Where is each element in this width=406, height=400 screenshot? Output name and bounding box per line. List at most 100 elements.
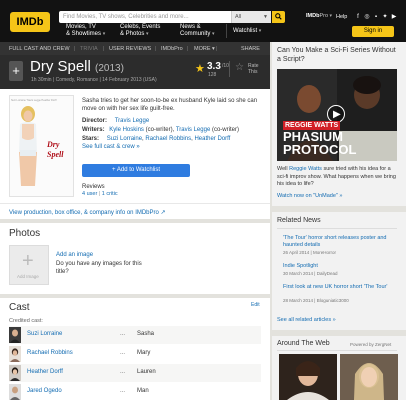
writer-role: (co-writer) [210, 127, 239, 133]
cast-edit-link[interactable]: Edit [251, 302, 260, 308]
imdbpro-link[interactable]: IMDbPro ▾ [306, 13, 332, 19]
user-reviews-link[interactable]: 4 user [82, 191, 97, 197]
around-the-web-heading: Around The Web [277, 340, 330, 347]
add-image-button[interactable]: + Add Image [9, 245, 49, 285]
play-icon: ▶ [333, 109, 341, 120]
thumbnail-image [279, 354, 337, 400]
nav-celebs[interactable]: Celebs, Events & Photos ▾ [120, 24, 160, 38]
imdbpro-suffix: Pro [319, 13, 329, 19]
cast-role: Sasha [137, 331, 155, 337]
star-icon: ★ [195, 63, 205, 75]
photos-heading: Photos [9, 228, 41, 239]
table-row: Jared Ogedo ... Man [9, 383, 261, 400]
rate-star-icon[interactable]: ☆ [235, 62, 244, 73]
cast-name-link[interactable]: Rachael Robbins [27, 350, 73, 356]
star-link[interactable]: Rachael Robbins [145, 136, 191, 142]
help-link[interactable]: Help [336, 14, 347, 20]
imdbpro-production-link[interactable]: View production, box office, & company i… [9, 209, 166, 216]
section-gap [272, 206, 406, 212]
section-gap [272, 330, 406, 336]
youtube-icon[interactable]: ▶ [391, 14, 397, 20]
add-to-watchlist-ribbon[interactable]: + [9, 61, 23, 81]
avatar[interactable] [9, 327, 21, 343]
star-link[interactable]: Heather Dorff [194, 136, 230, 142]
twitch-icon[interactable]: ▪ [373, 14, 379, 20]
table-row: Suzi Lorraine ... Sasha [9, 326, 261, 344]
video-caption-line3: PROTOCOL [283, 142, 357, 157]
promo-video[interactable]: ▶ REGGIE WATTS PHASIUM PROTOCOL [277, 69, 397, 161]
chevron-down-icon: ▾ [258, 28, 262, 34]
plus-icon: + [12, 63, 20, 78]
search-button[interactable] [272, 11, 285, 23]
nav-news-line1: News & [180, 24, 201, 30]
news-link[interactable]: Indie Spotlight [283, 263, 393, 270]
avatar[interactable] [9, 365, 21, 381]
facebook-icon[interactable]: f [355, 14, 361, 20]
writer-link[interactable]: Kyle Hoskins [109, 127, 144, 133]
subnav-user-reviews[interactable]: USER REVIEWS [109, 46, 151, 52]
poster-title-line1: Dry [47, 140, 60, 149]
star-link[interactable]: Suzi Lorraine [107, 136, 142, 142]
add-image-link[interactable]: Add an image [56, 252, 93, 258]
subnav-more[interactable]: MORE ▾ [194, 46, 215, 52]
imdb-logo[interactable]: IMDb [10, 12, 50, 32]
sign-in-button[interactable]: Sign in [352, 26, 394, 37]
chevron-down-icon: ▾ [212, 46, 215, 52]
stars-line: Stars: Suzi Lorraine, Rachael Robbins, H… [82, 136, 231, 142]
ad-desc-pre: Well [277, 166, 290, 172]
avatar[interactable] [9, 346, 21, 362]
cast-role: Man [137, 388, 149, 394]
rating-count[interactable]: 128 [208, 72, 216, 78]
nav-movies-line1: Movies, TV [66, 24, 96, 30]
subnav-imdbpro[interactable]: IMDbPro [161, 46, 183, 52]
nav-movies-tv[interactable]: Movies, TV & Showtimes ▾ [66, 24, 105, 38]
see-full-cast-link[interactable]: See full cast & crew » [82, 144, 140, 150]
add-to-watchlist-button[interactable]: + Add to Watchlist [82, 164, 190, 177]
cast-dots: ... [120, 369, 126, 375]
director-link[interactable]: Travis Legge [115, 118, 149, 124]
cast-name-link[interactable]: Heather Dorff [27, 369, 63, 375]
writers-line: Writers: Kyle Hoskins (co-writer), Travi… [82, 127, 239, 133]
nav-news-community[interactable]: News & Community ▾ [180, 24, 215, 38]
search-category-select[interactable]: All ▼ [231, 11, 271, 23]
director-line: Director: Travis Legge [82, 118, 149, 124]
instagram-icon[interactable]: ◎ [364, 14, 370, 20]
rate-line2: This [248, 69, 258, 75]
powered-by-label: Powered by ZergNet [350, 342, 392, 347]
cast-name-link[interactable]: Jared Ogedo [27, 388, 62, 394]
page-title: Dry Spell (2013) [30, 58, 124, 75]
twitter-icon[interactable]: ✦ [382, 14, 388, 20]
related-news-heading: Related News [277, 217, 321, 224]
cast-dots: ... [120, 388, 126, 394]
search-input[interactable]: Find Movies, TV shows, Celebrities and m… [59, 11, 231, 23]
subnav-trivia[interactable]: TRIVIA [80, 46, 98, 52]
nav-news-line2: Community [180, 31, 211, 37]
avatar[interactable] [9, 384, 21, 400]
news-link[interactable]: First look at new UK horror short 'The T… [283, 284, 393, 291]
section-gap [0, 294, 270, 298]
title-name: Dry Spell [30, 58, 91, 75]
ad-title[interactable]: Can You Make a Sci-Fi Series Without a S… [277, 46, 397, 64]
see-all-articles-link[interactable]: See all related articles » [277, 317, 336, 323]
writers-label: Writers: [82, 127, 105, 133]
search-icon [275, 13, 282, 20]
stars-label: Stars: [82, 136, 100, 142]
writer-link[interactable]: Travis Legge [176, 127, 210, 133]
critic-reviews-link[interactable]: 1 critic [102, 191, 118, 197]
reggie-watts-link[interactable]: Reggie Watts [289, 166, 322, 172]
poster-title-line2: Spell [47, 150, 64, 159]
divider [277, 228, 397, 229]
subnav-full-cast[interactable]: FULL CAST AND CREW [9, 46, 70, 52]
news-link[interactable]: 'The Tour' horror short releases poster … [283, 235, 393, 249]
divider [277, 350, 397, 351]
table-row: Rachael Robbins ... Mary [9, 345, 261, 363]
imdbpro-prefix: IMDb [306, 13, 320, 19]
around-web-thumbnail[interactable] [279, 354, 337, 400]
rate-this-button[interactable]: Rate This [248, 63, 259, 75]
cast-name-link[interactable]: Suzi Lorraine [27, 331, 62, 337]
nav-watchlist[interactable]: Watchlist ▾ [226, 24, 270, 38]
search-category-label: All [235, 14, 242, 20]
subnav-share[interactable]: SHARE [241, 46, 260, 52]
watch-now-link[interactable]: Watch now on "UnMade" » [277, 193, 342, 199]
around-web-thumbnail[interactable] [340, 354, 398, 400]
